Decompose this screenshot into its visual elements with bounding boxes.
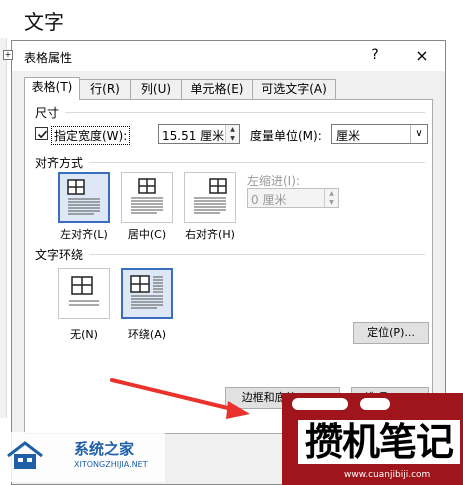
watermark-left-title: 系统之家 <box>74 440 135 458</box>
watermark-decoration <box>360 398 390 410</box>
house-logo-icon <box>7 441 43 469</box>
watermark-decoration <box>292 398 348 410</box>
tab-table[interactable]: 表格(T) <box>24 77 80 100</box>
watermark-left-subtitle: XITONGZHIJIA.NET <box>74 460 148 469</box>
watermark-right-url: www.cuanjibiji.com <box>344 470 431 480</box>
watermark-right-title: 攒机笔记 <box>298 420 460 464</box>
